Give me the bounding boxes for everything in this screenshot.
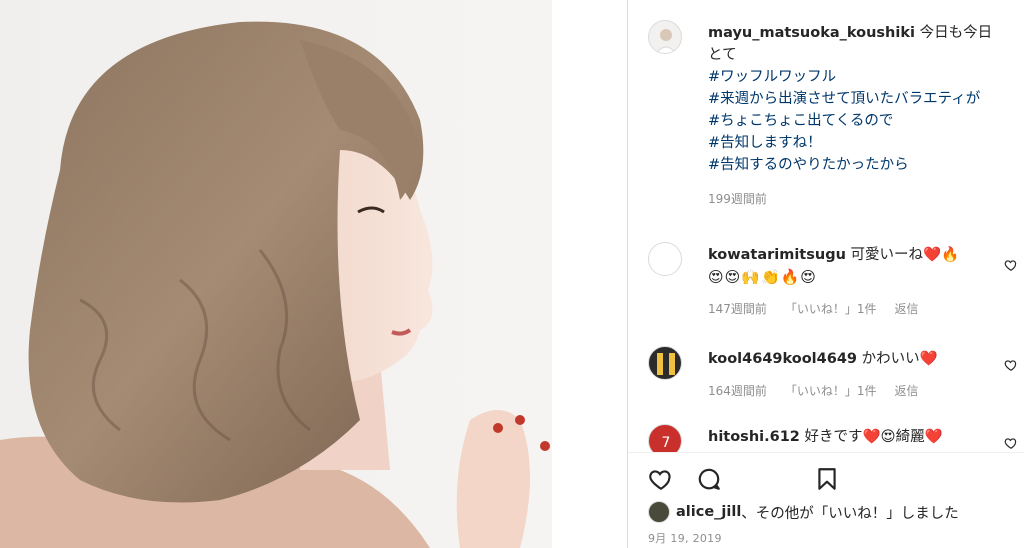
avatar-image <box>655 29 677 53</box>
hashtag-link[interactable]: #告知するのやりたかったから <box>708 154 998 176</box>
likes-text[interactable]: 、その他が「いいね！」しました <box>741 502 959 523</box>
comment-likes-count[interactable]: 「いいね！」1件 <box>785 380 877 402</box>
heart-icon[interactable] <box>648 466 674 492</box>
avatar-image: 7 <box>662 435 671 451</box>
like-comment-icon[interactable] <box>1004 436 1018 450</box>
portrait-illustration <box>0 21 550 548</box>
comment-meta: 147週間前 「いいね！」1件 返信 <box>708 298 998 320</box>
reply-button[interactable]: 返信 <box>895 298 919 320</box>
hashtag-link[interactable]: #ワッフルワッフル <box>708 66 998 88</box>
commenter-avatar[interactable] <box>648 242 682 276</box>
comment-username[interactable]: kool4649kool4649 <box>708 351 857 367</box>
post-photo[interactable] <box>0 0 552 548</box>
caption-body: mayu_matsuoka_koushiki 今日も今日とて #ワッフルワッフル… <box>708 22 998 210</box>
comment-text: かわいい❤️ <box>857 351 938 367</box>
caption-timestamp[interactable]: 199週間前 <box>708 188 998 210</box>
comment-likes-count[interactable]: 「いいね！」1件 <box>785 298 877 320</box>
comment-username[interactable]: hitoshi.612 <box>708 429 800 445</box>
reply-button[interactable]: 返信 <box>895 380 919 402</box>
liker-avatar[interactable] <box>648 501 670 523</box>
commenter-avatar[interactable] <box>648 346 682 380</box>
hashtag-link[interactable]: #告知しますね！ <box>708 132 998 154</box>
comment-body: kool4649kool4649 かわいい❤️ 164週間前 「いいね！」1件 … <box>708 348 998 402</box>
comment-text: 可愛いーね❤️🔥 <box>845 247 960 263</box>
liker-username[interactable]: alice_jill <box>676 504 741 520</box>
comment-emoji-line: 😍😍🙌👏🔥😍 <box>708 268 817 286</box>
bookmark-icon[interactable] <box>814 466 840 492</box>
comments-panel: mayu_matsuoka_koushiki 今日も今日とて #ワッフルワッフル… <box>628 0 1024 548</box>
commenter-avatar[interactable]: 7 <box>648 424 682 452</box>
comment-meta: 164週間前 「いいね！」1件 返信 <box>708 380 998 402</box>
author-avatar[interactable] <box>648 20 682 54</box>
comment-item: 7 hitoshi.612 好きです❤️😍綺麗❤️ <box>648 424 1018 452</box>
comment-text: 好きです❤️😍綺麗❤️ <box>799 429 943 445</box>
comment-time[interactable]: 147週間前 <box>708 298 767 320</box>
comment-username[interactable]: kowatarimitsugu <box>708 247 846 263</box>
svg-text:7: 7 <box>662 435 671 451</box>
hashtag-link[interactable]: #来週から出演させて頂いたバラエティが <box>708 88 998 110</box>
like-comment-icon[interactable] <box>1004 258 1018 272</box>
likes-summary: alice_jill 、その他が「いいね！」しました <box>648 501 959 523</box>
comment-icon[interactable] <box>696 466 722 492</box>
avatar-image <box>657 353 675 375</box>
post-date[interactable]: 9月 19, 2019 <box>648 530 722 546</box>
comment-time[interactable]: 164週間前 <box>708 380 767 402</box>
hashtag-link[interactable]: #ちょこちょこ出てくるので <box>708 110 998 132</box>
comment-body: hitoshi.612 好きです❤️😍綺麗❤️ <box>708 426 998 448</box>
comment-body: kowatarimitsugu 可愛いーね❤️🔥 😍😍🙌👏🔥😍 147週間前 「… <box>708 244 998 320</box>
actions-divider <box>628 452 1024 453</box>
caption-username[interactable]: mayu_matsuoka_koushiki <box>708 25 915 41</box>
like-comment-icon[interactable] <box>1004 358 1018 372</box>
